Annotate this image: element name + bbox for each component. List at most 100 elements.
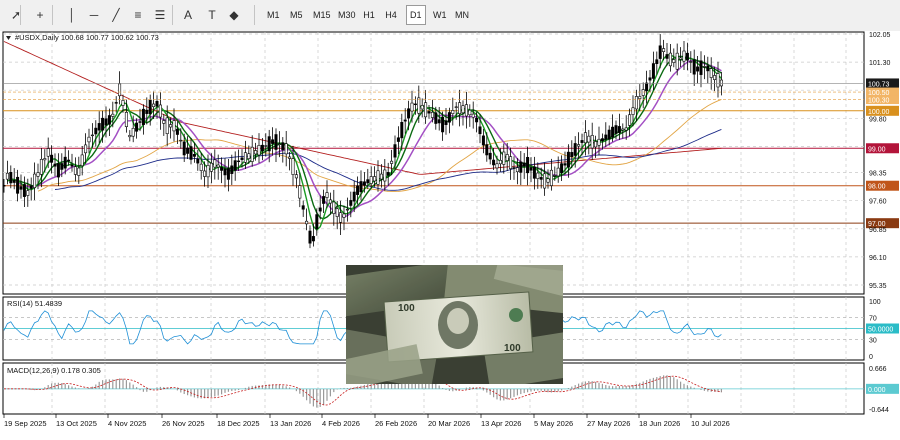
candle-body [580, 140, 584, 143]
date-tick-label: 18 Jun 2026 [639, 419, 680, 428]
rsi-tick-label: 0 [869, 354, 873, 361]
candle-body [315, 214, 319, 230]
candle-body [403, 119, 407, 122]
candle-body [549, 169, 553, 186]
candle-body [196, 158, 200, 164]
candle-body [328, 199, 332, 204]
timeframe-m1-button[interactable]: M1 [264, 5, 283, 25]
timeframe-m30-button[interactable]: M30 [335, 5, 359, 25]
date-tick-label: 18 Dec 2025 [217, 419, 260, 428]
candle-body [566, 151, 570, 168]
equidistant-channel-icon[interactable]: ≡ [128, 5, 148, 25]
candle-body [135, 122, 139, 132]
candle-body [413, 103, 417, 106]
candle-body [481, 135, 485, 146]
ma-10-line [10, 55, 722, 220]
candle-body [121, 100, 125, 106]
horizontal-line-icon[interactable]: ─ [84, 5, 104, 25]
candle-body [301, 205, 305, 210]
toolbar-separator [52, 5, 53, 25]
trendline-icon[interactable]: ╱ [106, 5, 126, 25]
candle-body [63, 156, 67, 169]
candle-body [233, 160, 237, 171]
candle-body [515, 167, 519, 173]
candle-body [400, 122, 404, 139]
date-tick-label: 26 Nov 2025 [162, 419, 205, 428]
date-tick-label: 5 May 2026 [534, 419, 573, 428]
text-box-icon[interactable]: T [202, 5, 222, 25]
candle-body [22, 184, 26, 197]
candle-body [179, 139, 183, 142]
timeframe-h1-button[interactable]: H1 [360, 5, 378, 25]
timeframe-m5-button[interactable]: M5 [287, 5, 306, 25]
text-label-icon[interactable]: A [178, 5, 198, 25]
candle-body [563, 163, 567, 166]
candle-body [424, 102, 428, 118]
cursor-arrow-icon[interactable]: ➚ [6, 5, 26, 25]
crosshair-icon[interactable]: + [30, 5, 50, 25]
candle-body [43, 158, 47, 161]
candle-body [692, 59, 696, 75]
candle-body [604, 134, 608, 140]
timeframe-mn-button[interactable]: MN [452, 5, 472, 25]
candle-body [519, 161, 523, 173]
candle-body [471, 113, 475, 118]
candle-body [485, 144, 489, 156]
timeframe-w1-button[interactable]: W1 [430, 5, 450, 25]
macd-tick-label: 0.666 [869, 366, 887, 373]
candle-body [362, 181, 366, 186]
svg-text:100: 100 [398, 303, 415, 314]
vertical-line-icon[interactable]: │ [62, 5, 82, 25]
symbol-collapse-icon[interactable] [6, 36, 11, 40]
date-tick-label: 13 Jan 2026 [270, 419, 311, 428]
candle-body [495, 163, 499, 169]
candle-body [529, 167, 533, 171]
timeframe-m15-button[interactable]: M15 [310, 5, 334, 25]
candle-body [390, 160, 394, 164]
candle-body [141, 108, 145, 126]
candle-body [182, 141, 186, 156]
candle-body [264, 145, 268, 147]
candle-body [607, 129, 611, 140]
candle-body [288, 156, 292, 159]
candle-body [526, 156, 530, 174]
candle-body [396, 137, 400, 142]
candle-body [53, 163, 57, 167]
candle-body [583, 132, 587, 144]
candle-body [672, 59, 676, 63]
candle-body [447, 112, 451, 123]
candle-body [614, 125, 618, 134]
candle-body [441, 116, 445, 133]
candle-body [325, 192, 329, 198]
candle-body [536, 172, 540, 179]
candle-body [570, 152, 574, 158]
candle-body [158, 104, 162, 118]
candle-body [186, 147, 190, 154]
candle-body [203, 170, 207, 177]
timeframe-h4-button[interactable]: H4 [382, 5, 400, 25]
toolbar-separator [254, 5, 255, 25]
fibonacci-retracement-icon[interactable]: ☰ [150, 5, 170, 25]
candle-body [254, 150, 258, 155]
candle-body [206, 165, 210, 178]
candle-body [522, 162, 526, 167]
level-price-label: 100.00 [868, 109, 890, 116]
candle-body [172, 120, 176, 132]
candle-body [383, 169, 387, 182]
candle-body [111, 113, 115, 117]
candle-body [532, 166, 536, 179]
candle-body [19, 186, 23, 190]
candle-body [668, 52, 672, 67]
candle-body [199, 163, 203, 171]
candle-body [294, 174, 298, 179]
candle-body [641, 89, 645, 96]
candle-body [335, 208, 339, 217]
candle-body [444, 120, 448, 125]
candle-body [427, 111, 431, 114]
svg-text:100: 100 [504, 343, 521, 354]
timeframe-d1-button[interactable]: D1 [406, 5, 426, 25]
candle-body [665, 54, 669, 59]
candle-body [492, 159, 496, 166]
shapes-menu-icon[interactable]: ◆ [224, 5, 244, 25]
candle-body [556, 167, 560, 177]
